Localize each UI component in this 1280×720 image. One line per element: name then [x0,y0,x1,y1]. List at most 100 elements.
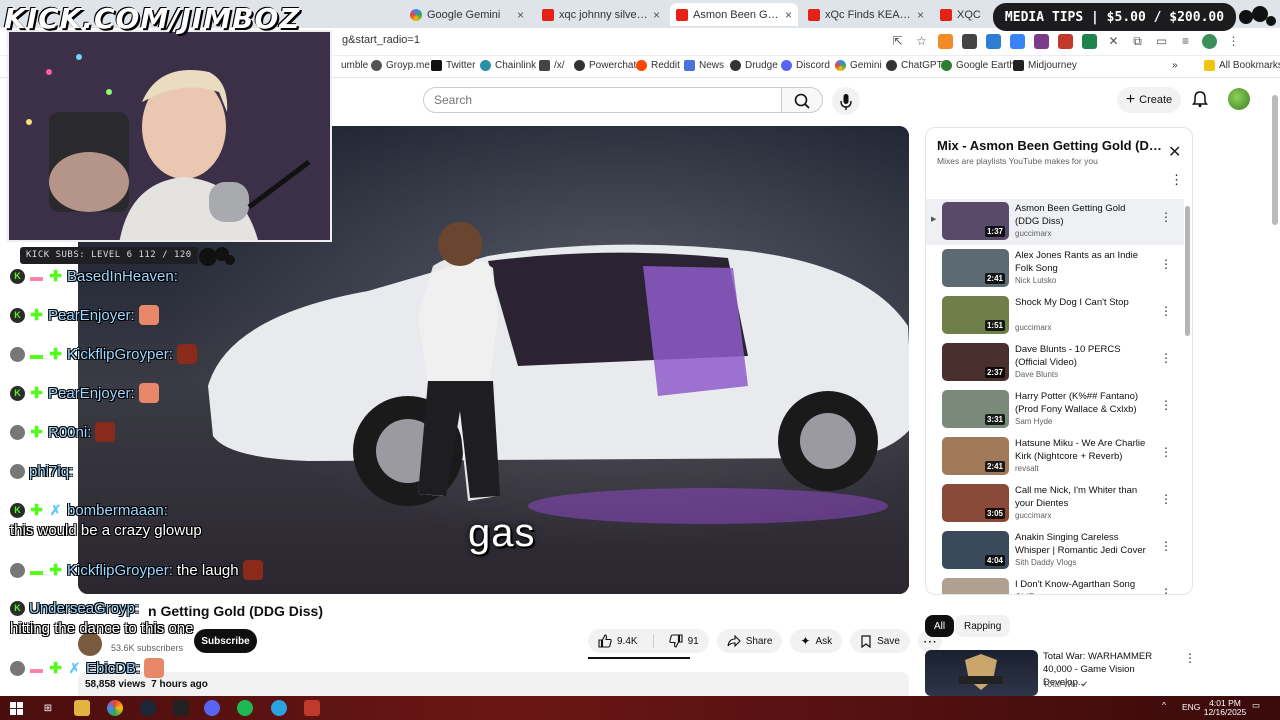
bookmark-item[interactable]: Midjourney [1013,60,1077,71]
create-button[interactable]: + Create [1117,87,1181,113]
more-bookmarks-button[interactable]: » [1172,60,1178,71]
download-icon[interactable]: ≡ [1178,34,1193,49]
search-input[interactable] [423,87,782,113]
task-view-icon[interactable]: ⊞ [40,700,56,716]
puzzle-icon[interactable]: ⧉ [1130,34,1145,49]
playlist-item-thumbnail[interactable]: 1:37 [942,202,1009,240]
search-button[interactable] [781,87,823,113]
tab-xqc[interactable]: XQC [934,3,994,26]
bookmark-item[interactable]: Discord [781,60,830,71]
close-icon[interactable]: ✕ [1168,142,1181,162]
notifications-icon[interactable]: ▭ [1252,701,1260,710]
playlist-item[interactable]: ▶ 1:37 Asmon Been Getting Gold (DDG Diss) g… [926,199,1184,245]
playlist-item-thumbnail[interactable]: 2:37 [942,343,1009,381]
extension-icon[interactable] [938,34,953,49]
install-icon[interactable]: ⇱ [890,34,905,49]
tab-google-gemini[interactable]: Google Gemini × [404,3,530,26]
recommendation-channel[interactable]: Total War ✔ [1043,679,1088,690]
extension-icon[interactable] [1082,34,1097,49]
notifications-bell-icon[interactable] [1191,90,1209,108]
playlist-item-title[interactable]: Anakin Singing Careless Whisper | Romant… [1015,531,1151,557]
subscribe-button[interactable]: Subscribe [194,629,257,653]
like-button[interactable]: 9.4K [588,629,648,653]
profile-icon[interactable] [1202,34,1217,49]
spotify-icon[interactable] [237,700,253,716]
bookmark-item[interactable]: News [684,60,724,71]
more-vertical-icon[interactable]: ⋮ [1160,492,1172,506]
playlist-title[interactable]: Mix - Asmon Been Getting Gold (DD... [937,138,1162,153]
tab-xqc-johnny[interactable]: xqc johnny silverhand - × [536,3,666,26]
playlist-item-title[interactable]: I Don't Know-Agarthan Song ShiPost [1015,578,1151,594]
extension-icon[interactable] [1058,34,1073,49]
more-vertical-icon[interactable]: ⋮ [1160,351,1172,365]
file-explorer-icon[interactable] [74,700,90,716]
bookmark-item[interactable]: /x/ [539,60,565,71]
playlist-item-title[interactable]: Alex Jones Rants as an Indie Folk Song [1015,249,1151,275]
bookmark-star-icon[interactable]: ☆ [914,34,929,49]
tab-xqc-keanu[interactable]: xQc Finds KEANU REEV × [802,3,930,26]
bookmark-item[interactable]: Reddit [636,60,680,71]
playlist-item-thumbnail[interactable]: 2:41 [942,437,1009,475]
more-vertical-icon[interactable]: ⋮ [1160,539,1172,553]
close-icon[interactable]: × [917,8,924,22]
menu-icon[interactable]: ⋮ [1226,34,1241,49]
playlist-item-thumbnail[interactable]: 3:31 [942,390,1009,428]
scrollbar-thumb[interactable] [1185,206,1190,336]
bookmark-item[interactable]: Groyp.me [371,60,430,71]
dislike-button[interactable]: 91 [659,629,709,653]
bookmark-item[interactable]: Twitter [431,60,475,71]
playlist-item[interactable]: 1:51 Shock My Dog I Can't Stop guccimarx ⋮ [926,293,1184,339]
more-vertical-icon[interactable]: ⋮ [1160,257,1172,271]
terminal-icon[interactable] [173,700,189,716]
extension-icon[interactable] [1034,34,1049,49]
playlist-item-title[interactable]: Hatsune Miku - We Are Charlie Kirk (Nigh… [1015,437,1151,463]
all-bookmarks-button[interactable]: All Bookmarks [1204,60,1280,71]
playlist-item[interactable]: 2:41 Hatsune Miku - We Are Charlie Kirk (… [926,434,1184,480]
app-icon[interactable] [304,700,320,716]
url-field[interactable]: g&start_radio=1 [342,34,420,46]
playlist-item-thumbnail[interactable]: 2:41 [942,249,1009,287]
close-icon[interactable]: × [653,8,660,22]
extension-icon[interactable] [962,34,977,49]
recommendation-thumbnail[interactable] [925,650,1038,696]
playlist-scrollbar[interactable] [1184,198,1190,592]
more-vertical-icon[interactable]: ⋮ [1160,586,1172,594]
playlist-item[interactable]: 3:31 Harry Potter (K%## Fantano) (Prod Fo… [926,387,1184,433]
playlist-item[interactable]: 2:41 Alex Jones Rants as an Indie Folk So… [926,246,1184,292]
chrome-icon[interactable] [107,700,123,716]
more-vertical-icon[interactable]: ⋮ [1160,304,1172,318]
playlist-item[interactable]: 3:05 Call me Nick, I'm Whiter than your D… [926,481,1184,527]
language-indicator[interactable]: ENG [1182,703,1200,712]
more-vertical-icon[interactable]: ⋮ [1184,651,1196,665]
steam-icon[interactable] [140,700,156,716]
playlist-item[interactable]: I Don't Know-Agarthan Song ShiPost ⋮ [926,575,1184,594]
playlist-item-title[interactable]: Asmon Been Getting Gold (DDG Diss) [1015,202,1151,228]
save-button[interactable]: Save [850,629,910,653]
bookmark-item[interactable]: Gemini [835,60,882,71]
page-scrollbar[interactable] [1271,85,1279,695]
chip-all[interactable]: All [925,615,955,637]
x-icon[interactable]: ✕ [1106,34,1121,49]
more-vertical-icon[interactable]: ⋮ [1160,210,1172,224]
tab-asmon-gold[interactable]: Asmon Been Getting Gold × [670,3,798,26]
chip-rapping[interactable]: Rapping [955,615,1011,637]
clock[interactable]: 4:01 PM 12/16/2025 [1200,699,1250,717]
scrollbar-thumb[interactable] [1272,95,1278,225]
playlist-item-thumbnail[interactable]: 4:04 [942,531,1009,569]
extension-icon[interactable] [1010,34,1025,49]
voice-search-button[interactable] [832,87,860,115]
ask-button[interactable]: ✦ Ask [790,629,843,653]
playlist-item-title[interactable]: Harry Potter (K%## Fantano) (Prod Fony W… [1015,390,1151,416]
playlist-item-title[interactable]: Call me Nick, I'm Whiter than your Dient… [1015,484,1151,510]
windows-start-icon[interactable] [8,700,24,716]
account-avatar[interactable] [1228,88,1250,110]
playlist-item-title[interactable]: Shock My Dog I Can't Stop [1015,296,1151,309]
bookmark-item[interactable]: umble [341,60,368,71]
more-vertical-icon[interactable]: ⋮ [1160,398,1172,412]
playlist-item[interactable]: 2:37 Dave Blunts - 10 PERCS (Official Vid… [926,340,1184,386]
bookmark-item[interactable]: Powerchat [574,60,636,71]
chevron-up-icon[interactable]: ^ [1162,701,1166,710]
playlist-item-thumbnail[interactable] [942,578,1009,594]
playlist-item[interactable]: 4:04 Anakin Singing Careless Whisper | Ro… [926,528,1184,574]
close-icon[interactable]: × [785,8,792,22]
